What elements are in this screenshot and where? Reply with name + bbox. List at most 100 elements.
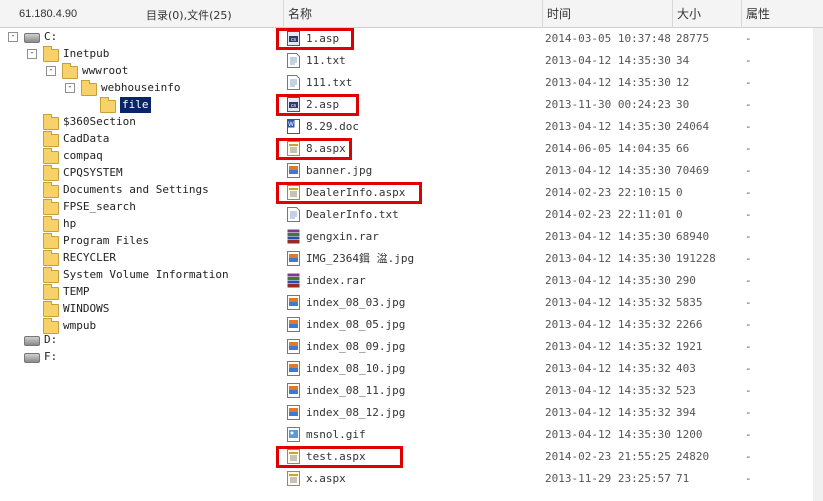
file-attr: - [745, 164, 752, 177]
tree-item-system-volume-information[interactable]: System Volume Information [0, 267, 283, 283]
file-name: msnol.gif [306, 428, 366, 441]
file-size: 394 [676, 406, 696, 419]
file-row[interactable]: index.rar 2013-04-12 14:35:30 290 - [283, 270, 823, 292]
tree-item-fpse-search[interactable]: FPSE_search [0, 199, 283, 215]
file-time: 2013-04-12 14:35:32 [545, 384, 671, 397]
tree-item-d-[interactable]: D: [0, 332, 283, 348]
tree-item-caddata[interactable]: CadData [0, 131, 283, 147]
tree-item-label: $360Section [63, 115, 136, 128]
file-row[interactable]: cs 2.asp 2013-11-30 00:24:23 30- [276, 94, 823, 116]
file-attr: - [745, 428, 752, 441]
file-row[interactable]: gengxin.rar 2013-04-12 14:35:30 68940 - [283, 226, 823, 248]
tree-item-c-[interactable]: - C: [0, 29, 283, 45]
file-size: 403 [676, 362, 696, 375]
folder-icon [43, 250, 59, 266]
collapse-toggle-icon[interactable]: - [46, 66, 56, 76]
collapse-toggle-icon[interactable]: - [8, 32, 18, 42]
file-name: index_08_10.jpg [306, 362, 406, 375]
file-time: 2013-11-30 00:24:23 [545, 98, 671, 111]
file-attr: - [745, 450, 752, 463]
file-name: 11.txt [306, 54, 346, 67]
highlight-box [276, 182, 422, 204]
file-attr: - [745, 384, 752, 397]
file-attr: - [745, 274, 752, 287]
file-row[interactable]: index_08_05.jpg 2013-04-12 14:35:32 2266 - [283, 314, 823, 336]
file-time: 2013-04-12 14:35:32 [545, 362, 671, 375]
file-size: 290 [676, 274, 696, 287]
folder-icon [43, 114, 59, 130]
file-row[interactable]: 111.txt 2013-04-12 14:35:30 12 - [283, 72, 823, 94]
top-bar: 61.180.4.90 目录(0),文件(25) 名称 时间 大小 属性 [0, 0, 823, 28]
collapse-toggle-icon[interactable]: - [27, 49, 37, 59]
file-time: 2014-03-05 10:37:48 [545, 32, 671, 45]
tree-item-compaq[interactable]: compaq [0, 148, 283, 164]
file-name: 111.txt [306, 76, 353, 89]
file-size: 12 [676, 76, 690, 89]
scrollbar[interactable] [813, 28, 823, 501]
tree-item-webhouseinfo[interactable]: - webhouseinfo [0, 80, 283, 96]
file-row[interactable]: DealerInfo.aspx 2014-02-23 22:10:15 0- [276, 182, 823, 204]
tree-item-label: CadData [63, 132, 110, 145]
tree-item-f-[interactable]: F: [0, 349, 283, 365]
collapse-toggle-icon[interactable]: - [65, 83, 75, 93]
file-size: 5835 [676, 296, 703, 309]
file-row[interactable]: index_08_10.jpg 2013-04-12 14:35:32 403 - [283, 358, 823, 380]
file-row[interactable]: 8.aspx 2014-06-05 14:04:35 66- [276, 138, 823, 160]
file-row[interactable]: DealerInfo.txt 2014-02-23 22:11:01 0 - [283, 204, 823, 226]
column-header-name[interactable]: 名称 [283, 0, 542, 28]
file-size: 66 [676, 142, 690, 155]
file-row[interactable]: 11.txt 2013-04-12 14:35:30 34 - [283, 50, 823, 72]
file-row[interactable]: index_08_09.jpg 2013-04-12 14:35:32 1921 - [283, 336, 823, 358]
file-attr: - [745, 230, 752, 243]
tree-item-inetpub[interactable]: - Inetpub [0, 46, 283, 62]
tree-item-cpqsystem[interactable]: CPQSYSTEM [0, 165, 283, 181]
file-row[interactable]: index_08_12.jpg 2013-04-12 14:35:32 394 - [283, 402, 823, 424]
file-row[interactable]: index_08_11.jpg 2013-04-12 14:35:32 523 - [283, 380, 823, 402]
highlight-box [276, 138, 352, 160]
tree-item-program-files[interactable]: Program Files [0, 233, 283, 249]
tree-item-label: TEMP [63, 285, 90, 298]
file-attr: - [745, 54, 752, 67]
tree-item--360section[interactable]: $360Section [0, 114, 283, 130]
file-time: 2013-04-12 14:35:30 [545, 76, 671, 89]
file-size: 2266 [676, 318, 703, 331]
file-row[interactable]: W 8.29.doc 2013-04-12 14:35:30 24064 - [283, 116, 823, 138]
file-row[interactable]: index_08_03.jpg 2013-04-12 14:35:32 5835 - [283, 292, 823, 314]
highlight-box [276, 94, 359, 116]
tree-item-recycler[interactable]: RECYCLER [0, 250, 283, 266]
folder-icon [43, 182, 59, 198]
file-size: 68940 [676, 230, 710, 243]
tree-item-label: RECYCLER [63, 251, 116, 264]
file-size: 71 [676, 472, 690, 485]
file-row[interactable]: IMG_2364鍓 湓.jpg 2013-04-12 14:35:30 191228… [283, 248, 823, 270]
tree-item-documents-and-settings[interactable]: Documents and Settings [0, 182, 283, 198]
server-address: 61.180.4.90 [19, 8, 78, 20]
file-name: 8.29.doc [306, 120, 359, 133]
file-size: 523 [676, 384, 696, 397]
file-time: 2013-04-12 14:35:30 [545, 230, 671, 243]
file-name: x.aspx [306, 472, 346, 485]
tree-item-windows[interactable]: WINDOWS [0, 301, 283, 317]
file-row[interactable]: msnol.gif 2013-04-12 14:35:30 1200 - [283, 424, 823, 446]
file-row[interactable]: cs 1.asp 2014-03-05 10:37:48 28775- [276, 28, 823, 50]
column-header-attr[interactable]: 属性 [741, 0, 813, 28]
folder-icon [43, 165, 59, 181]
tree-item-hp[interactable]: hp [0, 216, 283, 232]
file-row[interactable]: test.aspx 2014-02-23 21:55:25 24820- [276, 446, 823, 468]
folder-icon [62, 63, 78, 79]
tree-item-label: hp [63, 217, 77, 230]
tree-item-temp[interactable]: TEMP [0, 284, 283, 300]
file-row[interactable]: banner.jpg 2013-04-12 14:35:30 70469 - [283, 160, 823, 182]
file-name: index_08_09.jpg [306, 340, 406, 353]
file-attr: - [745, 208, 752, 221]
txt-icon [287, 207, 300, 222]
tree-item-wwwroot[interactable]: - wwwroot [0, 63, 283, 79]
file-row[interactable]: x.aspx 2013-11-29 23:25:57 71 - [283, 468, 823, 490]
file-time: 2013-04-12 14:35:32 [545, 340, 671, 353]
tree-item-label: D: [44, 333, 58, 346]
column-header-size[interactable]: 大小 [672, 0, 741, 28]
tree-item-file[interactable]: file [0, 97, 283, 113]
file-attr: - [745, 252, 752, 265]
file-time: 2014-02-23 22:10:15 [545, 186, 671, 199]
column-header-time[interactable]: 时间 [542, 0, 672, 28]
